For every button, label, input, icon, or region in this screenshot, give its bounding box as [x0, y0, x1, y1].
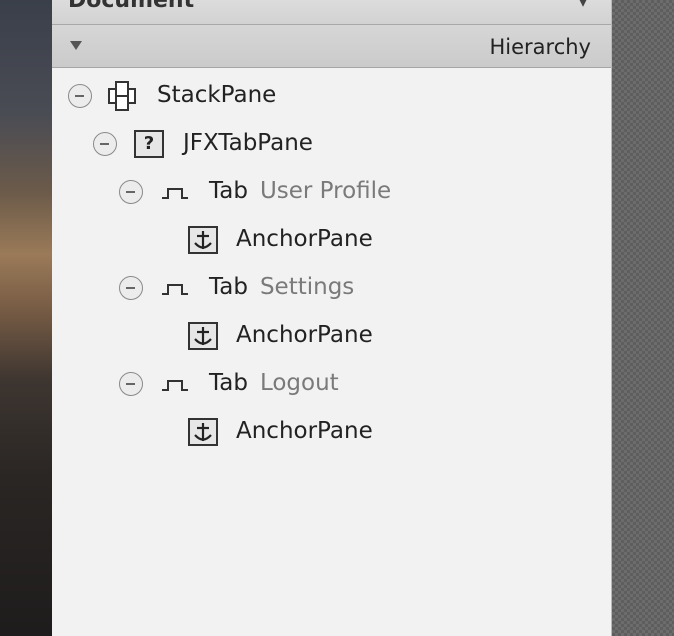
tree-row-anchorpane[interactable]: AnchorPane	[52, 408, 611, 456]
collapse-icon[interactable]	[119, 180, 143, 204]
stackpane-icon	[106, 80, 138, 112]
chevron-icon[interactable]: ▾	[579, 0, 587, 11]
unknown-component-icon: ?	[134, 130, 164, 158]
disclosure-triangle-icon[interactable]	[70, 41, 82, 50]
tab-type-label: Tab	[209, 370, 248, 396]
collapse-icon[interactable]	[93, 132, 117, 156]
tree-node-label: Tab Settings	[209, 274, 354, 300]
tab-type-label: Tab	[209, 274, 248, 300]
collapse-icon[interactable]	[68, 84, 92, 108]
tab-icon	[159, 368, 191, 400]
hierarchy-header-label: Hierarchy	[489, 35, 591, 59]
tree-row-tab-logout[interactable]: Tab Logout	[52, 360, 611, 408]
tree-row-stackpane[interactable]: StackPane	[52, 72, 611, 120]
desktop-background	[0, 0, 52, 636]
hierarchy-section-header[interactable]: Hierarchy	[52, 25, 611, 68]
tree-node-label: Tab Logout	[209, 370, 339, 396]
tree-node-label: AnchorPane	[236, 418, 373, 444]
tree-row-anchorpane[interactable]: AnchorPane	[52, 312, 611, 360]
document-section-header[interactable]: Document ▾	[52, 0, 611, 25]
collapse-icon[interactable]	[119, 372, 143, 396]
tab-title-label: Logout	[259, 370, 339, 396]
tab-icon	[159, 176, 191, 208]
tree-node-label: JFXTabPane	[183, 130, 313, 156]
anchor-icon	[188, 226, 218, 254]
anchor-icon	[188, 322, 218, 350]
tree-row-jfxtabpane[interactable]: ? JFXTabPane	[52, 120, 611, 168]
tree-row-anchorpane[interactable]: AnchorPane	[52, 216, 611, 264]
document-header-title: Document	[68, 0, 195, 13]
tree-node-label: StackPane	[157, 82, 277, 108]
tree-node-label: Tab User Profile	[209, 178, 391, 204]
anchor-icon	[188, 418, 218, 446]
hierarchy-panel: Document ▾ Hierarchy StackPane ? JFXTabP…	[52, 0, 612, 636]
tree-node-label: AnchorPane	[236, 226, 373, 252]
tree-row-tab-settings[interactable]: Tab Settings	[52, 264, 611, 312]
tab-type-label: Tab	[209, 178, 248, 204]
collapse-icon[interactable]	[119, 276, 143, 300]
canvas-checkered-background	[612, 0, 674, 636]
hierarchy-tree: StackPane ? JFXTabPane Tab User Profile	[52, 72, 611, 456]
screen: Document ▾ Hierarchy StackPane ? JFXTabP…	[0, 0, 674, 636]
tab-title-label: User Profile	[259, 178, 392, 204]
tab-icon	[159, 272, 191, 304]
tree-row-tab-user-profile[interactable]: Tab User Profile	[52, 168, 611, 216]
tree-node-label: AnchorPane	[236, 322, 373, 348]
tab-title-label: Settings	[259, 274, 355, 300]
